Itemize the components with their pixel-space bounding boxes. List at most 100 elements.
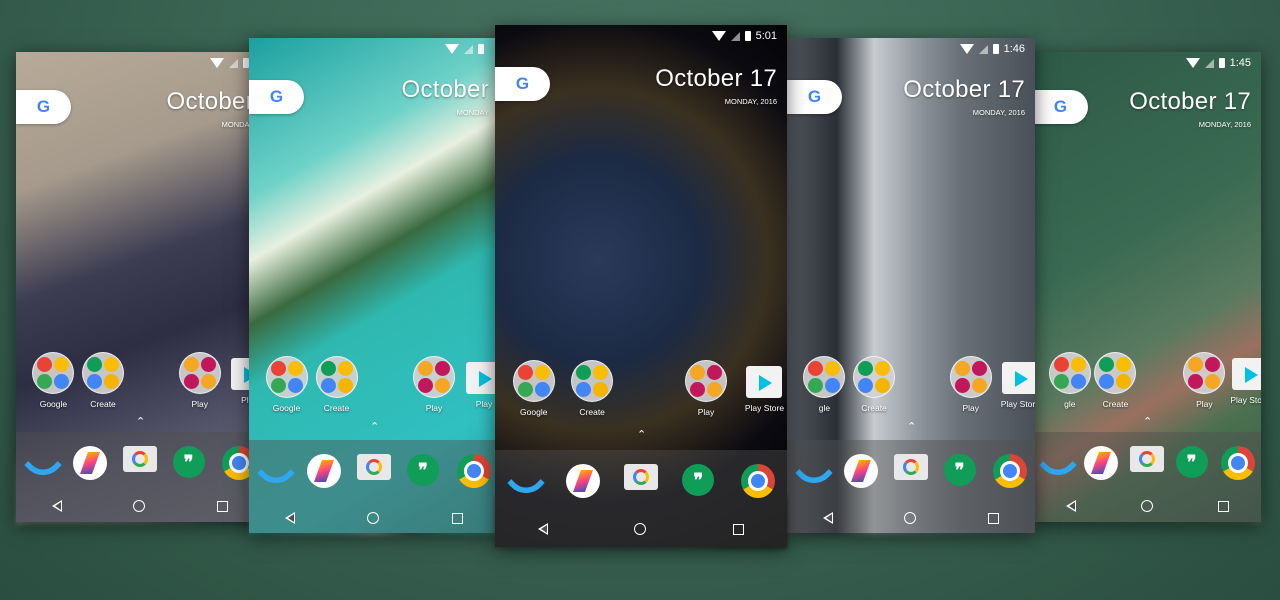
app-drawer-caret-icon[interactable]: ⌃ <box>907 420 916 433</box>
icon-inner <box>633 469 649 485</box>
folder-create[interactable]: Create <box>844 356 904 413</box>
dock-app-allo[interactable] <box>844 454 879 488</box>
hangouts-icon: ❞ <box>943 454 976 486</box>
folder-play[interactable]: Play <box>676 360 736 417</box>
date-widget[interactable]: October MONDAY <box>402 76 489 117</box>
allo-icon <box>844 454 879 488</box>
date-widget[interactable]: October MONDAY <box>167 88 254 129</box>
dock-app-camera[interactable] <box>1130 446 1164 472</box>
allo-icon <box>1084 446 1119 480</box>
google-search-pill[interactable]: G <box>787 80 842 114</box>
play-folder-icon <box>413 356 455 398</box>
folder-create[interactable]: Create <box>562 360 622 417</box>
home-button[interactable] <box>1140 500 1153 512</box>
dock-app-chrome[interactable] <box>993 454 1028 488</box>
dock-app-allo[interactable] <box>307 454 341 488</box>
camera-icon <box>1130 446 1164 472</box>
recents-button[interactable] <box>732 523 744 535</box>
back-button[interactable] <box>538 523 549 535</box>
date-text: October 17 <box>655 65 777 92</box>
app-label: Create <box>323 403 350 413</box>
dock-app-hangouts[interactable]: ❞ <box>943 454 976 486</box>
recents-button[interactable] <box>1217 500 1229 512</box>
back-button[interactable] <box>1065 500 1076 512</box>
dock-app-hangouts[interactable]: ❞ <box>1175 446 1208 478</box>
dock-app-allo[interactable] <box>565 464 600 498</box>
weekday-text: MONDAY <box>456 108 489 117</box>
google-folder-icon <box>265 356 308 398</box>
dock-app-chrome[interactable] <box>1221 446 1256 480</box>
dock-app-allo[interactable] <box>73 446 108 480</box>
google-search-pill[interactable]: G <box>1033 90 1088 124</box>
dock-app-phone[interactable] <box>257 454 295 492</box>
app-drawer-caret-icon[interactable]: ⌃ <box>1143 415 1152 428</box>
app-label: Google <box>39 399 68 409</box>
dock-app-camera[interactable] <box>624 464 658 490</box>
hangouts-icon: ❞ <box>172 446 205 478</box>
play-store-icon <box>1231 358 1261 390</box>
recents-button[interactable] <box>451 512 463 524</box>
phone-screen-3: 5:01 G October 17 MONDAY, 2016 Google Create P… <box>495 25 787 547</box>
home-button[interactable] <box>904 512 917 524</box>
back-button[interactable] <box>822 512 833 524</box>
recents-button[interactable] <box>988 512 1000 524</box>
app-drawer-caret-icon[interactable]: ⌃ <box>637 428 646 441</box>
back-button[interactable] <box>51 500 62 512</box>
google-folder-icon <box>803 356 846 398</box>
google-search-pill[interactable]: G <box>249 80 304 114</box>
date-widget[interactable]: October 17 MONDAY, 2016 <box>1129 88 1251 129</box>
dock-app-phone[interactable] <box>507 464 545 502</box>
cellular-signal-icon <box>229 58 238 68</box>
dock-app-hangouts[interactable]: ❞ <box>407 454 439 486</box>
date-widget[interactable]: October 17 MONDAY, 2016 <box>655 65 777 106</box>
home-button[interactable] <box>634 523 647 535</box>
icon-inner <box>1228 453 1249 473</box>
icon-inner <box>132 451 148 467</box>
google-search-pill[interactable]: G <box>16 90 71 124</box>
phone-screen-1: GOctoberMONDAYGoogleCreatePlayPlay⌃❞ <box>16 52 264 522</box>
folder-google[interactable]: Google <box>504 360 564 417</box>
app-play-store[interactable]: Play <box>454 356 499 409</box>
app-play-store[interactable]: Play Store <box>1220 352 1261 405</box>
icon-inner <box>851 460 872 482</box>
app-play-store[interactable]: Play Store <box>734 360 787 413</box>
home-button[interactable] <box>367 512 380 524</box>
wifi-icon <box>210 58 224 68</box>
dock-app-chrome[interactable] <box>740 464 775 498</box>
dock-app-hangouts[interactable]: ❞ <box>682 464 715 496</box>
icon-inner <box>747 471 768 491</box>
phone-screen-5: 1:45 G October 17 MONDAY, 2016 gle Create Play… <box>1033 52 1261 522</box>
allo-icon <box>73 446 108 480</box>
phone-icon <box>1038 446 1077 484</box>
google-g-icon: G <box>807 87 822 106</box>
app-play-store[interactable]: Play Store <box>990 356 1035 409</box>
back-button[interactable] <box>285 512 296 524</box>
dock-app-phone[interactable] <box>1038 446 1077 484</box>
app-label: Create <box>1102 399 1129 409</box>
recents-button[interactable] <box>217 500 229 512</box>
app-drawer-caret-icon[interactable]: ⌃ <box>370 420 379 433</box>
folder-create[interactable]: Create <box>73 352 133 409</box>
dock-app-camera[interactable] <box>357 454 391 480</box>
dock-app-phone[interactable] <box>794 454 833 492</box>
google-search-pill[interactable]: G <box>495 67 550 101</box>
dock-app-camera[interactable] <box>123 446 157 472</box>
dock-app-phone[interactable] <box>23 446 62 484</box>
status-bar: 5:01 <box>711 25 787 47</box>
icon-inner <box>366 459 382 475</box>
dock-app-allo[interactable] <box>1084 446 1119 480</box>
phone-icon <box>794 454 833 492</box>
cellular-signal-icon <box>730 31 740 41</box>
dock-app-chrome[interactable] <box>457 454 491 488</box>
home-button[interactable] <box>133 500 146 512</box>
date-widget[interactable]: October 17 MONDAY, 2016 <box>903 76 1025 117</box>
play-folder-icon <box>685 360 728 402</box>
navigation-bar <box>1033 497 1261 515</box>
folder-create[interactable]: Create <box>1085 352 1145 409</box>
create-folder-icon <box>82 352 125 394</box>
dock-app-hangouts[interactable]: ❞ <box>172 446 205 478</box>
folder-create[interactable]: Create <box>307 356 367 413</box>
app-drawer-caret-icon[interactable]: ⌃ <box>136 415 145 428</box>
dock-app-camera[interactable] <box>894 454 928 480</box>
date-text: October <box>166 88 254 115</box>
